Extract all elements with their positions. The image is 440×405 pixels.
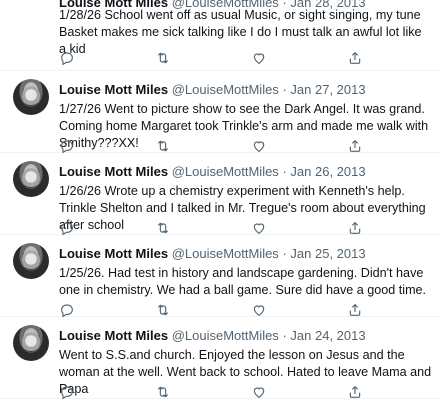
tweet-text: 1/25/26. Had test in history and landsca…	[59, 266, 427, 297]
tweet-date[interactable]: Jan 24, 2013	[290, 328, 365, 343]
tweet-actions	[59, 50, 361, 66]
avatar[interactable]	[13, 161, 49, 197]
share-icon[interactable]	[347, 50, 363, 66]
share-icon[interactable]	[347, 138, 363, 154]
tweet-header: Louise Mott Miles @LouiseMottMiles · Jan…	[59, 81, 432, 99]
tweet[interactable]: Louise Mott Miles @LouiseMottMiles · Jan…	[0, 317, 440, 400]
tweet[interactable]: Louise Mott Miles @LouiseMottMiles · Jan…	[0, 235, 440, 318]
tweet-actions	[59, 220, 361, 236]
separator: ·	[282, 82, 287, 97]
author-name[interactable]: Louise Mott Miles	[59, 328, 168, 343]
retweet-icon[interactable]	[155, 138, 171, 154]
author-name[interactable]: Louise Mott Miles	[59, 82, 168, 97]
tweet[interactable]: Louise Mott Miles @LouiseMottMiles · Jan…	[0, 0, 440, 71]
author-handle[interactable]: @LouiseMottMiles	[172, 246, 279, 261]
share-icon[interactable]	[347, 220, 363, 236]
share-icon[interactable]	[347, 302, 363, 318]
separator: ·	[282, 246, 287, 261]
author-handle[interactable]: @LouiseMottMiles	[172, 164, 279, 179]
reply-icon[interactable]	[59, 302, 75, 318]
avatar[interactable]	[13, 325, 49, 361]
like-icon[interactable]	[251, 138, 267, 154]
like-icon[interactable]	[251, 384, 267, 400]
tweet-date[interactable]: Jan 27, 2013	[290, 82, 365, 97]
retweet-icon[interactable]	[155, 50, 171, 66]
reply-icon[interactable]	[59, 384, 75, 400]
tweet-header: Louise Mott Miles @LouiseMottMiles · Jan…	[59, 245, 432, 263]
reply-icon[interactable]	[59, 220, 75, 236]
tweet-header: Louise Mott Miles @LouiseMottMiles · Jan…	[59, 327, 432, 345]
tweet[interactable]: Louise Mott Miles @LouiseMottMiles · Jan…	[0, 71, 440, 154]
reply-icon[interactable]	[59, 138, 75, 154]
reply-icon[interactable]	[59, 50, 75, 66]
tweet-actions	[59, 302, 361, 318]
tweet-header: Louise Mott Miles @LouiseMottMiles · Jan…	[59, 163, 432, 181]
author-name[interactable]: Louise Mott Miles	[59, 164, 168, 179]
tweet-feed: Louise Mott Miles @LouiseMottMiles · Jan…	[0, 0, 440, 400]
like-icon[interactable]	[251, 220, 267, 236]
retweet-icon[interactable]	[155, 220, 171, 236]
author-handle[interactable]: @LouiseMottMiles	[172, 82, 279, 97]
separator: ·	[282, 164, 287, 179]
tweet-date[interactable]: Jan 26, 2013	[290, 164, 365, 179]
separator: ·	[282, 328, 287, 343]
tweet-actions	[59, 138, 361, 154]
author-handle[interactable]: @LouiseMottMiles	[172, 328, 279, 343]
tweet-date[interactable]: Jan 25, 2013	[290, 246, 365, 261]
avatar[interactable]	[13, 243, 49, 279]
retweet-icon[interactable]	[155, 302, 171, 318]
retweet-icon[interactable]	[155, 384, 171, 400]
like-icon[interactable]	[251, 302, 267, 318]
avatar[interactable]	[13, 79, 49, 115]
share-icon[interactable]	[347, 384, 363, 400]
tweet[interactable]: Louise Mott Miles @LouiseMottMiles · Jan…	[0, 153, 440, 236]
author-name[interactable]: Louise Mott Miles	[59, 246, 168, 261]
tweet-actions	[59, 384, 361, 400]
like-icon[interactable]	[251, 50, 267, 66]
